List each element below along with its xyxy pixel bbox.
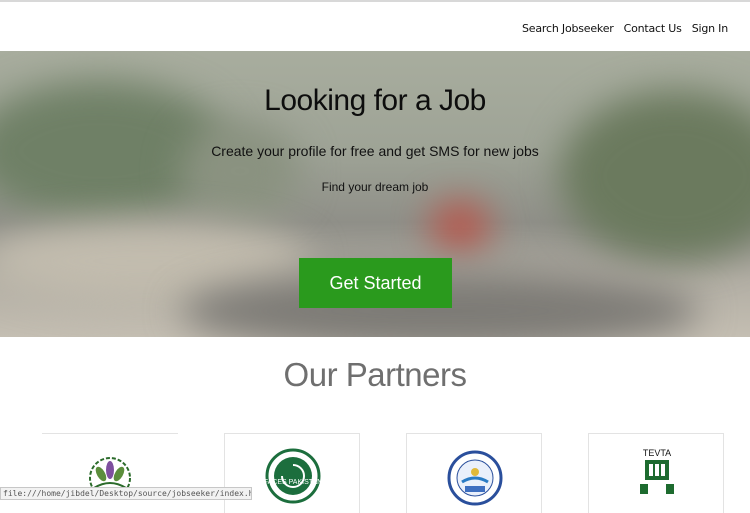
nav-contact-us-link[interactable]: Contact Us [624, 22, 682, 35]
faces-pakistan-logo: FACES PAKISTAN [264, 448, 322, 504]
hero-title: Looking for a Job [264, 84, 486, 117]
top-navbar: Search Jobseeker Contact Us Sign In [0, 0, 750, 45]
hero-bg-trees-mid [180, 121, 300, 221]
partner-card[interactable] [42, 433, 178, 513]
hero-tagline: Find your dream job [321, 180, 429, 194]
college-seal-logo [447, 450, 503, 506]
hero-subtitle: Create your profile for free and get SMS… [211, 143, 539, 159]
nav-sign-in-link[interactable]: Sign In [692, 22, 729, 35]
partner-card[interactable]: TEVTA [588, 433, 724, 513]
tevta-logo: TEVTA [640, 448, 674, 494]
nav-links: Search Jobseeker Contact Us Sign In [522, 22, 728, 35]
partner-card[interactable] [406, 433, 542, 513]
svg-text:TEVTA: TEVTA [643, 448, 671, 458]
svg-text:FACES PAKISTAN: FACES PAKISTAN [264, 479, 322, 486]
hero-bg-truck [430, 201, 490, 251]
get-started-button[interactable]: Get Started [299, 258, 452, 308]
browser-status-url: file:///home/jibdel/Desktop/source/jobse… [0, 487, 252, 500]
hero-banner: Looking for a Job Create your profile fo… [0, 51, 750, 337]
partners-heading: Our Partners [283, 356, 467, 393]
nav-search-jobseeker-link[interactable]: Search Jobseeker [522, 22, 614, 35]
partner-card[interactable]: FACES PAKISTAN [224, 433, 360, 513]
